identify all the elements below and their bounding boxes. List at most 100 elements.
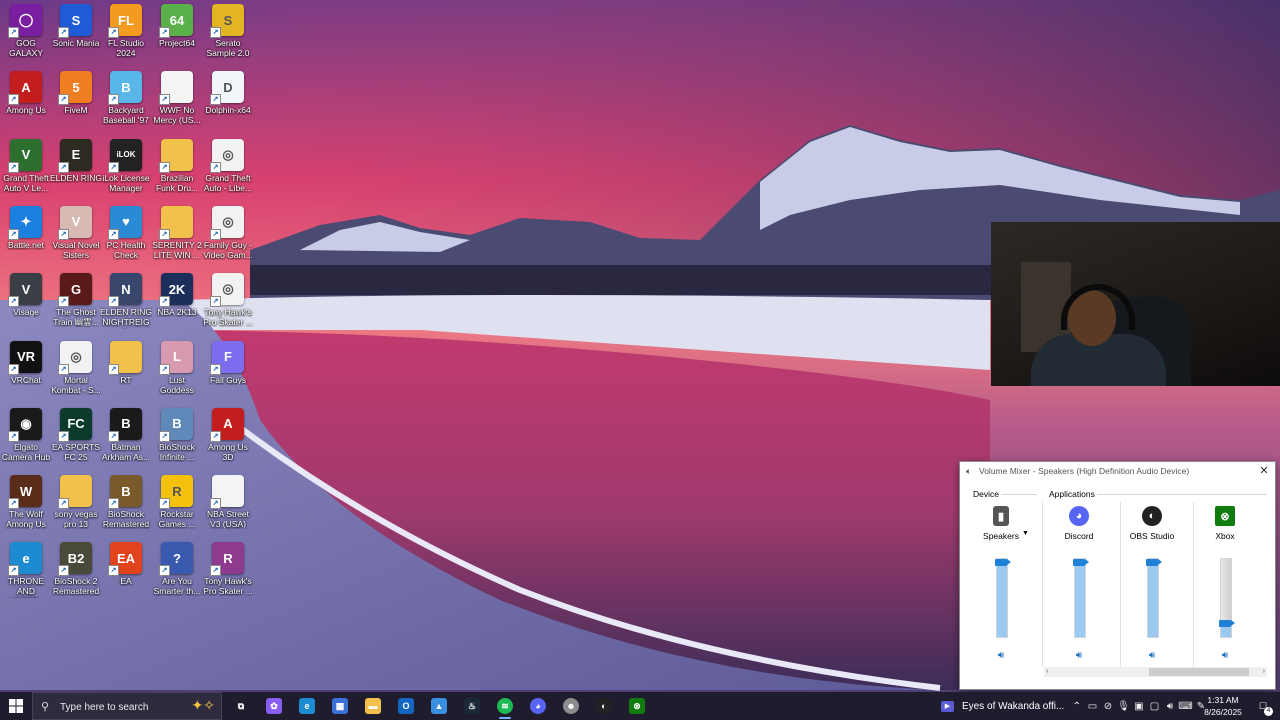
desktop-icon[interactable]: 5 ↗ FiveM: [50, 67, 102, 133]
desktop-icon[interactable]: B ↗ BioShock Infinite ...: [151, 404, 203, 470]
display-icon[interactable]: ▣: [1131, 692, 1147, 720]
desktop-icon[interactable]: 2K ↗ NBA 2K13: [151, 269, 203, 335]
desktop-icon[interactable]: VR ↗ VRChat: [0, 337, 52, 403]
volume-icon[interactable]: 🔊︎: [1162, 692, 1178, 720]
shortcut-arrow-icon: ↗: [108, 27, 119, 38]
volume-slider[interactable]: [1146, 558, 1162, 638]
desktop-icon[interactable]: N↗ELDEN RING NIGHTREIGN: [100, 269, 152, 335]
network-off-icon[interactable]: ⊘: [1100, 692, 1116, 720]
desktop-icon[interactable]: ◉ ↗ Elgato Camera Hub: [0, 404, 52, 470]
language-icon[interactable]: ⌨: [1178, 692, 1194, 720]
taskbar-app-button[interactable]: ▲: [424, 692, 454, 720]
desktop-icon[interactable]: E ↗ ELDEN RING: [50, 135, 102, 201]
desktop-icon[interactable]: V ↗ Grand Theft Auto V Le...: [0, 135, 52, 201]
device-group-label: Device: [973, 489, 999, 499]
mixer-horizontal-scrollbar[interactable]: ‹ ›: [1044, 667, 1267, 677]
desktop-icon[interactable]: S ↗ Serato Sample 2.0: [202, 0, 254, 66]
volume-slider[interactable]: [995, 558, 1011, 638]
desktop-icon[interactable]: e↗THRONE AND LIBERT...: [0, 538, 52, 604]
desktop-icon[interactable]: ↗ SERENITY 2 LITE WIN ...: [151, 202, 203, 268]
desktop-icon[interactable]: S ↗ Sonic Mania: [50, 0, 102, 66]
start-button[interactable]: [0, 692, 32, 720]
notification-center-button[interactable]: ☐ 4: [1255, 698, 1273, 716]
pen-icon[interactable]: ✎: [1193, 692, 1209, 720]
desktop-icon[interactable]: V ↗ Visual Novel Sisters: [50, 202, 102, 268]
desktop-icon[interactable]: 64 ↗ Project64: [151, 0, 203, 66]
desktop-icon[interactable]: F ↗ Fall Guys: [202, 337, 254, 403]
desktop-icon[interactable]: ◎ ↗ Tony Hawk's Pro Skater ...: [202, 269, 254, 335]
desktop-icon[interactable]: R ↗ Tony Hawk's Pro Skater ...: [202, 538, 254, 604]
xbox-icon[interactable]: ⊗: [1215, 506, 1235, 526]
volume-slider-thumb[interactable]: [1073, 559, 1089, 566]
desktop-icon[interactable]: ↗ Brazilian Funk Dru...: [151, 135, 203, 201]
mute-toggle-icon[interactable]: 🔊︎: [1145, 650, 1159, 662]
device-dropdown-icon[interactable]: ▼: [1022, 530, 1029, 537]
mute-toggle-icon[interactable]: 🔊︎: [1072, 650, 1086, 662]
desktop-icon[interactable]: ◎ ↗ Family Guy - Video Gam...: [202, 202, 254, 268]
taskbar-app-button[interactable]: ▬: [358, 692, 388, 720]
desktop-icon[interactable]: B ↗ BioShock Remastered: [100, 471, 152, 537]
mute-toggle-icon[interactable]: 🔊︎: [994, 650, 1008, 662]
taskbar-app-button[interactable]: ◕: [523, 692, 553, 720]
taskbar-app-button[interactable]: e: [292, 692, 322, 720]
obs-studio-icon[interactable]: ◐: [1142, 506, 1162, 526]
desktop-icon[interactable]: B ↗ Batman Arkham As...: [100, 404, 152, 470]
volume-slider-thumb[interactable]: [995, 559, 1011, 566]
discord-icon[interactable]: ◕: [1069, 506, 1089, 526]
desktop-icon[interactable]: A ↗ Among Us: [0, 67, 52, 133]
taskbar-search-box[interactable]: ⚲ ✦✧: [32, 692, 222, 720]
search-input[interactable]: [58, 698, 182, 716]
desktop-icon[interactable]: ↗ sony vegas pro 13: [50, 471, 102, 537]
desktop-icon-label: Battle.net: [8, 239, 44, 250]
desktop-icon[interactable]: ↗ RT: [100, 337, 152, 403]
speaker-device-icon[interactable]: ▮: [993, 506, 1009, 526]
scroll-left-arrow-icon[interactable]: ‹: [1046, 667, 1048, 677]
visual-novel-icon: V ↗: [58, 205, 92, 240]
volume-slider[interactable]: [1219, 558, 1235, 638]
screen-icon[interactable]: ▢: [1147, 692, 1163, 720]
desktop-icon[interactable]: ◎ ↗ Grand Theft Auto - Libe...: [202, 135, 254, 201]
volume-slider-thumb[interactable]: [1219, 620, 1235, 627]
volume-slider-thumb[interactable]: [1146, 559, 1162, 566]
microphone-icon[interactable]: 🎙︎: [1116, 692, 1132, 720]
taskbar-app-button[interactable]: ☻: [556, 692, 586, 720]
taskbar-app-button[interactable]: ◐: [589, 692, 619, 720]
taskbar-app-button[interactable]: ≋: [490, 692, 520, 720]
mixer-titlebar[interactable]: 🔈︎ Volume Mixer - Speakers (High Definit…: [960, 462, 1275, 480]
taskbar-app-button[interactable]: ▦: [325, 692, 355, 720]
chevron-up-icon[interactable]: ⌃: [1069, 692, 1085, 720]
desktop-icon[interactable]: ↗ WWF No Mercy (US...: [151, 67, 203, 133]
desktop-icon[interactable]: ? ↗ Are You Smarter th...: [151, 538, 203, 604]
meet-now-icon[interactable]: ▭: [1085, 692, 1101, 720]
volume-slider[interactable]: [1073, 558, 1089, 638]
desktop-icon[interactable]: B ↗ Backyard Baseball '97: [100, 67, 152, 133]
taskbar-app-button[interactable]: ⊗: [622, 692, 652, 720]
desktop-icon[interactable]: W ↗ The Wolf Among Us: [0, 471, 52, 537]
desktop-icon[interactable]: ◯ ↗ GOG GALAXY: [0, 0, 52, 66]
taskbar-app-button[interactable]: ♨: [457, 692, 487, 720]
desktop-icon[interactable]: ↗ NBA Street V3 (USA): [202, 471, 254, 537]
desktop-icon[interactable]: iLOK ↗ iLok License Manager: [100, 135, 152, 201]
desktop-icon[interactable]: FL ↗ FL Studio 2024: [100, 0, 152, 66]
desktop-icon[interactable]: V ↗ Visage: [0, 269, 52, 335]
taskbar-app-button[interactable]: O: [391, 692, 421, 720]
desktop-icon[interactable]: ✦ ↗ Battle.net: [0, 202, 52, 268]
desktop-icon[interactable]: ◎ ↗ Mortal Kombat - S...: [50, 337, 102, 403]
desktop-icon[interactable]: R ↗ Rockstar Games ...: [151, 471, 203, 537]
media-widget[interactable]: ▶ Eyes of Wakanda offi...: [941, 692, 1064, 720]
close-button[interactable]: ✕: [1257, 464, 1271, 478]
desktop-icon[interactable]: B2 ↗ BioShock 2 Remastered: [50, 538, 102, 604]
mute-toggle-icon[interactable]: 🔊︎: [1218, 650, 1232, 662]
taskbar-app-button[interactable]: ⧉: [226, 692, 256, 720]
desktop-icon[interactable]: FC ↗ EA SPORTS FC 25: [50, 404, 102, 470]
desktop-icon[interactable]: G ↗ The Ghost Train 幽霊...: [50, 269, 102, 335]
desktop-icon[interactable]: L ↗ Lust Goddess: [151, 337, 203, 403]
taskbar-app-button[interactable]: ✿: [259, 692, 289, 720]
scrollbar-thumb[interactable]: [1149, 668, 1249, 676]
shortcut-arrow-icon: ↗: [159, 430, 170, 442]
scroll-right-arrow-icon[interactable]: ›: [1263, 667, 1265, 677]
desktop-icon[interactable]: D ↗ Dolphin-x64: [202, 67, 254, 133]
desktop-icon[interactable]: ♥ ↗ PC Health Check: [100, 202, 152, 268]
desktop-icon[interactable]: A ↗ Among Us 3D: [202, 404, 254, 470]
desktop-icon[interactable]: EA ↗ EA: [100, 538, 152, 604]
